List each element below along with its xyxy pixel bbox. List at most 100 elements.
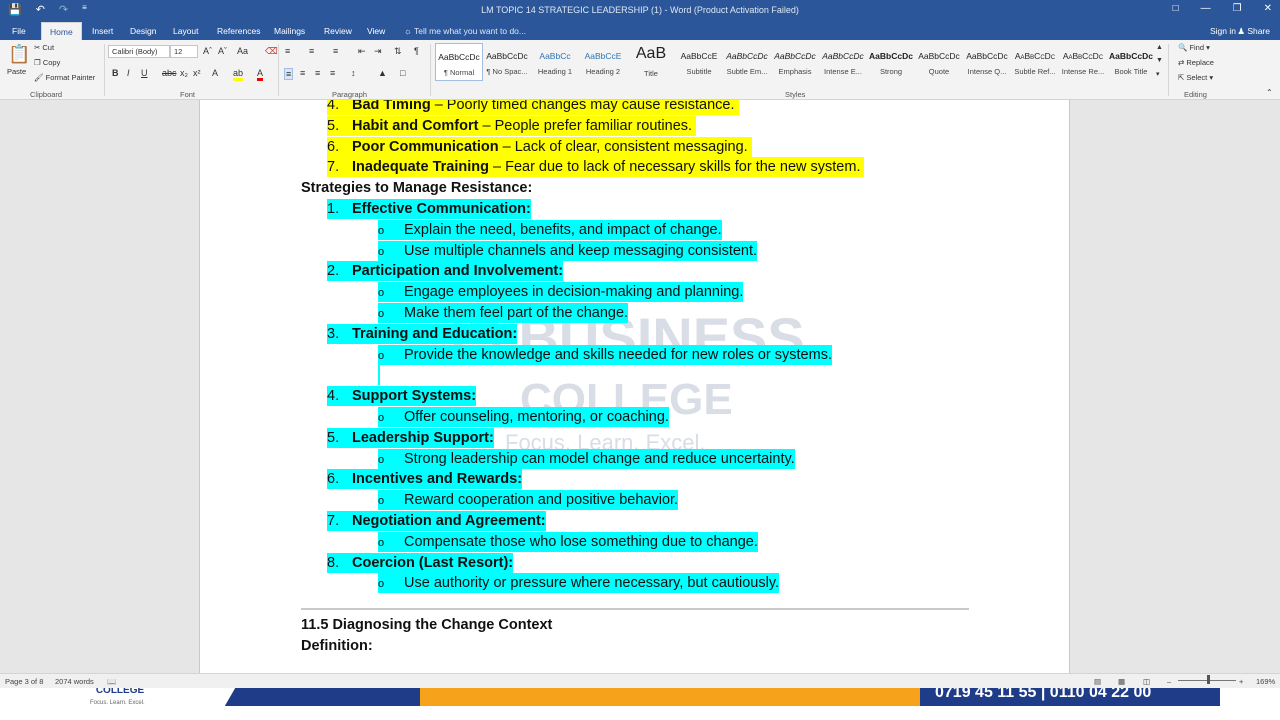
style-item[interactable]: AaBbCcDc Book Title — [1107, 43, 1155, 81]
line-spacing-icon[interactable]: ↕ — [351, 68, 356, 78]
shading-icon[interactable]: ▲ — [378, 68, 387, 78]
style-item[interactable]: AaBbCcDc Intense E... — [819, 43, 867, 81]
align-center-icon[interactable]: ≡ — [300, 68, 305, 78]
show-marks-icon[interactable]: ¶ — [414, 46, 419, 56]
bullet-text: Explain the need, benefits, and impact o… — [404, 221, 722, 238]
borders-icon[interactable]: □ — [400, 68, 405, 78]
style-item[interactable]: AaBbCcE Heading 2 — [579, 43, 627, 81]
list-term: Inadequate Training — [352, 159, 489, 176]
web-layout-icon[interactable]: ◫ — [1143, 677, 1150, 686]
gallery-down-icon[interactable]: ▼ — [1156, 57, 1163, 64]
style-item[interactable]: AaBbCcDc Intense Re... — [1059, 43, 1107, 81]
word-count[interactable]: 2074 words — [55, 677, 94, 686]
style-item[interactable]: AaBbCcDc Subtle Em... — [723, 43, 771, 81]
strategy-title: Participation and Involvement: — [352, 263, 564, 280]
style-item[interactable]: AaBbCc Heading 1 — [531, 43, 579, 81]
read-mode-icon[interactable]: ▤ — [1094, 677, 1101, 686]
tab-insert[interactable]: Insert — [92, 26, 113, 36]
gallery-more-icon[interactable]: ▾ — [1156, 70, 1160, 78]
bullets-icon[interactable]: ≡ — [285, 46, 290, 56]
subscript-icon[interactable]: x₂ — [180, 68, 188, 78]
tab-review[interactable]: Review — [324, 26, 352, 36]
tab-mailings[interactable]: Mailings — [274, 26, 305, 36]
cut-button[interactable]: ✂ Cut — [34, 43, 54, 52]
zoom-in-icon[interactable]: + — [1239, 677, 1243, 686]
increase-indent-icon[interactable]: ⇥ — [374, 46, 382, 57]
zoom-out-icon[interactable]: – — [1167, 677, 1171, 686]
bold-icon[interactable]: B — [112, 68, 119, 78]
print-layout-icon[interactable]: ▦ — [1118, 677, 1125, 686]
list-item: 6. Poor Communication – Lack of clear, co… — [327, 136, 752, 157]
grow-font-icon[interactable]: Aˆ — [203, 46, 212, 56]
proofing-icon[interactable]: 📖 — [107, 677, 116, 686]
align-right-icon[interactable]: ≡ — [315, 68, 320, 78]
copy-icon: ❐ — [34, 58, 41, 67]
share-label: Share — [1247, 26, 1270, 36]
copy-button[interactable]: ❐ Copy — [34, 58, 60, 67]
multilevel-list-icon[interactable]: ≡ — [333, 46, 338, 56]
highlight-icon[interactable]: ab — [233, 68, 244, 81]
paste-button[interactable]: Paste — [7, 67, 26, 76]
tab-references[interactable]: References — [217, 26, 260, 36]
justify-icon[interactable]: ≡ — [330, 68, 335, 78]
italic-icon[interactable]: I — [127, 68, 130, 78]
text-effects-icon[interactable]: A — [212, 68, 218, 78]
window-title: LM TOPIC 14 STRATEGIC LEADERSHIP (1) - W… — [481, 5, 799, 15]
font-color-icon[interactable]: A — [257, 68, 264, 81]
style-item[interactable]: AaBbCcDc Intense Q... — [963, 43, 1011, 81]
zoom-level[interactable]: 169% — [1256, 677, 1275, 686]
style-item[interactable]: AaBbCcDc Quote — [915, 43, 963, 81]
style-item[interactable]: AaBbCcDc ¶ No Spac... — [483, 43, 531, 81]
restore-icon[interactable]: ❐ — [1233, 3, 1242, 14]
sort-icon[interactable]: ⇅ — [394, 46, 402, 57]
paste-icon[interactable]: 📋 — [8, 44, 30, 65]
clear-formatting-icon[interactable]: ⌫ — [265, 46, 278, 57]
numbering-icon[interactable]: ≡ — [309, 46, 314, 56]
sub-bullet-item: o Use multiple channels and keep messagin… — [378, 240, 758, 261]
document-page[interactable]: IS BUSINESS COLLEGE Focus. Learn. Excel.… — [199, 100, 1070, 673]
style-item[interactable]: AaBbCcDc Strong — [867, 43, 915, 81]
style-name: Intense Q... — [967, 67, 1007, 76]
ribbon-home: 📋 Paste ✂ Cut ❐ Copy 🖌 Format Painter Cl… — [0, 40, 1280, 100]
bullet-text: Make them feel part of the change. — [404, 305, 629, 321]
tab-file[interactable]: File — [12, 26, 26, 36]
gallery-up-icon[interactable]: ▲ — [1156, 44, 1163, 51]
ribbon-options-icon[interactable]: □ — [1173, 3, 1179, 14]
strikethrough-icon[interactable]: abc — [162, 68, 177, 78]
sub-bullet-item: o Offer counseling, mentoring, or coachin… — [378, 407, 669, 427]
underline-icon[interactable]: U — [141, 68, 148, 78]
superscript-icon[interactable]: x² — [193, 68, 201, 78]
collapse-ribbon-icon[interactable]: ⌃ — [1266, 88, 1273, 97]
status-bar: Page 3 of 8 2074 words 📖 ▤ ▦ ◫ – + 169% — [0, 673, 1280, 688]
tab-home[interactable]: Home — [41, 22, 82, 40]
sub-bullet-item: o Reward cooperation and positive behavio… — [378, 490, 679, 511]
find-button[interactable]: 🔍 Find ▾ — [1178, 43, 1210, 52]
sign-in-link[interactable]: Sign in — [1210, 26, 1236, 36]
select-button[interactable]: ⇱ Select ▾ — [1178, 73, 1213, 82]
style-item[interactable]: AaB Title — [627, 43, 675, 81]
page-count[interactable]: Page 3 of 8 — [5, 677, 43, 686]
replace-button[interactable]: ⇄ Replace — [1178, 58, 1214, 67]
close-icon[interactable]: ✕ — [1264, 3, 1272, 14]
tab-layout[interactable]: Layout — [173, 26, 199, 36]
style-item[interactable]: AaBbCcDc Emphasis — [771, 43, 819, 81]
style-item[interactable]: AaBbCcDc Subtle Ref... — [1011, 43, 1059, 81]
definition-label: Definition: — [301, 638, 373, 654]
change-case-icon[interactable]: Aa — [237, 46, 248, 56]
tab-design[interactable]: Design — [130, 26, 156, 36]
style-item[interactable]: AaBbCcDc ¶ Normal — [435, 43, 483, 81]
share-button[interactable]: ♟ Share — [1237, 26, 1270, 37]
shrink-font-icon[interactable]: Aˇ — [218, 46, 227, 56]
style-item[interactable]: AaBbCcE Subtitle — [675, 43, 723, 81]
minimize-icon[interactable]: — — [1201, 3, 1211, 14]
align-left-icon[interactable]: ≡ — [284, 68, 294, 80]
font-name-combo[interactable]: Calibri (Body) — [108, 45, 170, 58]
zoom-slider-thumb[interactable] — [1207, 675, 1210, 684]
tell-me-search[interactable]: ☼ Tell me what you want to do... — [404, 26, 526, 36]
format-painter-button[interactable]: 🖌 Format Painter — [34, 73, 95, 82]
select-label: Select — [1186, 73, 1208, 82]
font-size-combo[interactable]: 12 — [170, 45, 198, 58]
style-preview: AaBbCcDc — [966, 51, 1008, 61]
decrease-indent-icon[interactable]: ⇤ — [358, 46, 366, 57]
tab-view[interactable]: View — [367, 26, 385, 36]
